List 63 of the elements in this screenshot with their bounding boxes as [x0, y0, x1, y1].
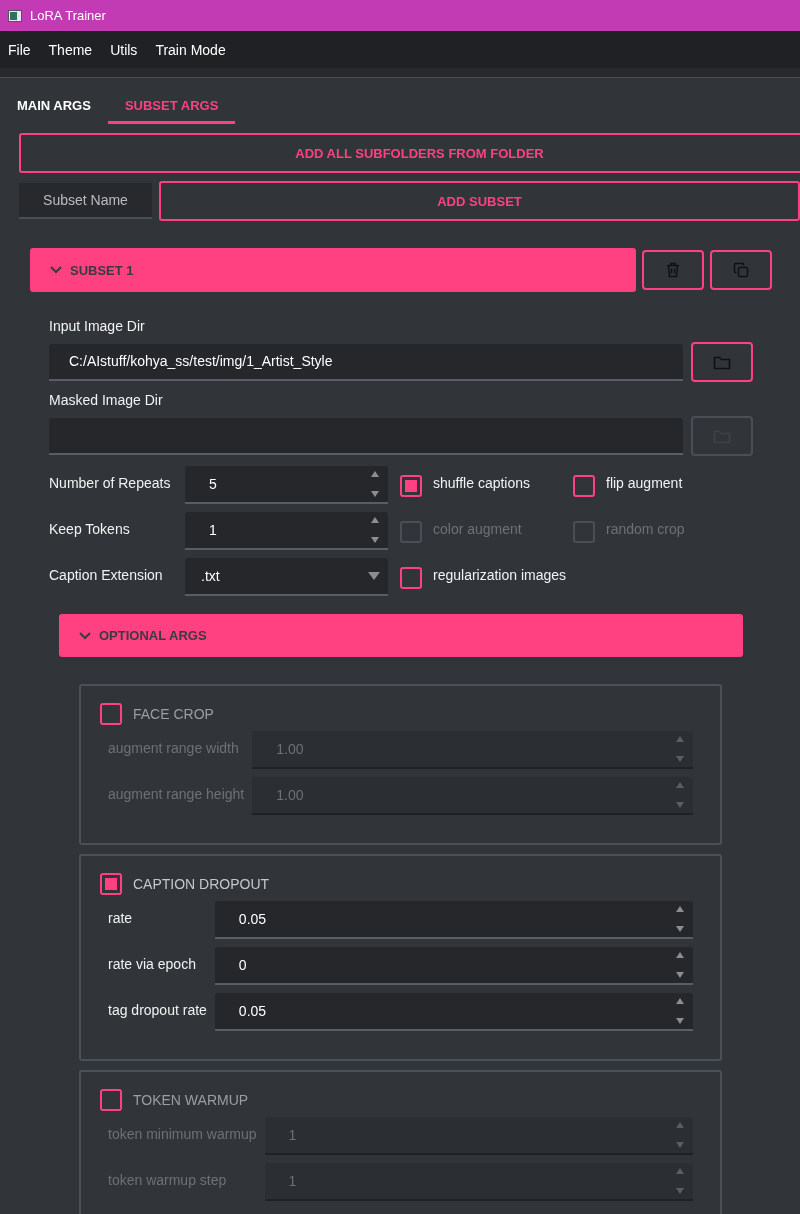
chevron-down-icon [79, 631, 91, 640]
field-label: Masked Image Dir [49, 392, 164, 408]
field-label: token minimum warmup [108, 1125, 257, 1144]
copy-button[interactable] [710, 250, 772, 290]
checkbox[interactable] [400, 475, 422, 497]
number-field[interactable]: 0 [214, 947, 693, 985]
folder-icon [713, 354, 731, 370]
checkbox-label: shuffle captions [433, 475, 531, 491]
stepper-icon[interactable] [370, 515, 380, 545]
menu-item[interactable]: Train Mode [155, 41, 226, 58]
caret-icon [368, 572, 380, 580]
trash-icon [666, 262, 680, 278]
setting-label: Keep Tokens [49, 520, 131, 539]
directory-field[interactable] [49, 417, 683, 455]
dropdown[interactable]: .txt [185, 558, 388, 596]
number-field[interactable]: 1 [185, 512, 388, 550]
stepper-icon[interactable] [675, 780, 685, 810]
stepper-icon[interactable] [370, 469, 380, 499]
field-label: augment range height [108, 785, 245, 804]
checkbox-label: flip augment [606, 475, 683, 491]
menu-item[interactable]: File [8, 41, 31, 58]
stepper-icon[interactable] [675, 1120, 685, 1150]
delete-button[interactable] [642, 250, 704, 290]
field-label: augment range width [108, 739, 240, 758]
add-subfolders-button[interactable]: ADD ALL SUBFOLDERS FROM FOLDER [19, 133, 800, 173]
field-label: token warmup step [108, 1171, 228, 1190]
setting-label: Number of Repeats [49, 474, 172, 493]
browse-button[interactable] [691, 342, 753, 382]
field-label: rate [108, 909, 134, 928]
stepper-icon[interactable] [675, 734, 685, 764]
number-field[interactable]: 5 [185, 466, 388, 504]
stepper-icon[interactable] [675, 1166, 685, 1196]
group-title: FACE CROP [133, 706, 214, 722]
field-label: Input Image Dir [49, 318, 146, 334]
number-field[interactable]: 0.05 [214, 901, 693, 939]
stepper-icon[interactable] [675, 996, 685, 1026]
setting-label: Caption Extension [49, 566, 164, 585]
field-label: rate via epoch [108, 955, 197, 974]
chevron-down-icon [50, 266, 62, 274]
copy-icon [733, 262, 749, 278]
menu-item[interactable]: Utils [110, 41, 138, 58]
menu-item[interactable]: Theme [48, 41, 93, 58]
number-field[interactable]: 0.05 [214, 993, 693, 1031]
checkbox[interactable] [100, 873, 122, 895]
add-subset-button[interactable]: ADD SUBSET [159, 181, 800, 221]
stepper-icon[interactable] [675, 904, 685, 934]
field-label: tag dropout rate [108, 1001, 207, 1020]
tab[interactable]: MAIN ARGS [0, 90, 108, 124]
checkbox[interactable] [100, 1089, 122, 1111]
group-title: TOKEN WARMUP [133, 1092, 249, 1108]
checkbox[interactable] [100, 703, 122, 725]
checkbox-label: color augment [433, 521, 522, 537]
app-icon [8, 9, 22, 22]
subset-name-field[interactable]: Subset Name [19, 183, 152, 219]
tab[interactable]: SUBSET ARGS [107, 90, 236, 124]
group-title: CAPTION DROPOUT [133, 876, 270, 892]
checkbox-label: random crop [606, 521, 685, 537]
checkbox-label: regularization images [433, 567, 567, 583]
checkbox[interactable] [573, 475, 595, 497]
checkbox[interactable] [400, 567, 422, 589]
window-title: LoRA Trainer [30, 8, 106, 23]
stepper-icon[interactable] [675, 950, 685, 980]
directory-field[interactable]: C:/AIstuff/kohya_ss/test/img/1_Artist_Style [49, 343, 683, 381]
